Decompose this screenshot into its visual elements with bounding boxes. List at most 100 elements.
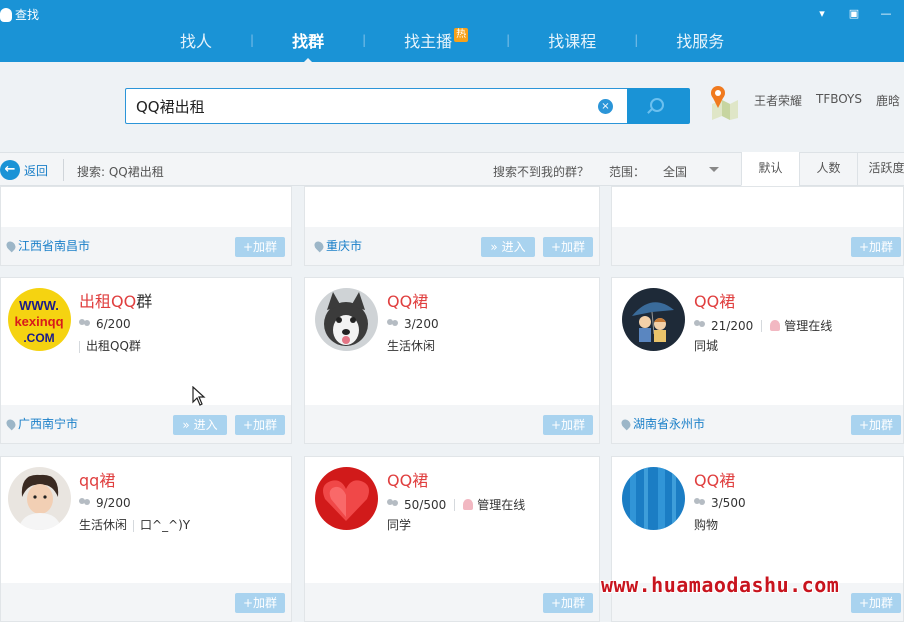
group-card[interactable]: qq裙 9/200 生活休闲 口^_^)Y +加群 <box>0 456 292 622</box>
hot-badge: 热 <box>454 28 469 42</box>
member-count: 9/200 <box>79 496 131 510</box>
group-name[interactable]: qq裙 <box>79 467 115 491</box>
member-count: 3/200 <box>387 317 439 331</box>
group-name[interactable]: 出租QQ群 <box>79 288 152 312</box>
search-icon <box>650 98 664 112</box>
location-pin-icon <box>312 239 326 252</box>
admin-divider <box>761 319 763 332</box>
enter-group-button[interactable]: » 进入 <box>481 237 535 257</box>
group-name[interactable]: QQ裙 <box>694 288 735 312</box>
location: 重庆市 <box>312 237 362 254</box>
tab-find-services[interactable]: 找服务 <box>676 28 724 52</box>
group-tags: 同学 <box>387 516 411 533</box>
join-group-button[interactable]: +加群 <box>235 415 285 435</box>
nav-separator: | <box>250 33 255 47</box>
group-avatar[interactable] <box>315 467 378 530</box>
search-summary: 搜索: QQ裙出租 <box>77 165 164 179</box>
hot-keyword[interactable]: 王者荣耀 <box>754 92 802 109</box>
location-pin-icon <box>619 417 633 430</box>
group-avatar[interactable] <box>8 467 71 530</box>
card-footer: +加群 <box>305 405 599 443</box>
main-nav: 找人 | 找群 | 找主播热 | 找课程 | 找服务 <box>180 28 724 64</box>
member-count-text: 50/500 <box>404 497 447 512</box>
app-title-text: 查找 <box>15 8 40 22</box>
join-group-button[interactable]: +加群 <box>851 415 901 435</box>
tab-find-streamers-label: 找主播 <box>404 32 453 51</box>
tab-find-people[interactable]: 找人 <box>180 28 212 52</box>
divider <box>63 159 64 181</box>
location: 湖南省永州市 <box>619 415 705 432</box>
group-card[interactable]: 江西省南昌市 +加群 <box>0 186 292 266</box>
sort-tab-default[interactable]: 默认 <box>741 152 799 186</box>
search-input[interactable] <box>136 96 586 116</box>
member-count-text: 6/200 <box>96 317 131 331</box>
members-icon <box>387 499 400 510</box>
tag-divider <box>133 519 135 532</box>
sort-tab-activity[interactable]: 活跃度 <box>857 152 904 186</box>
nav-separator: | <box>362 33 367 47</box>
minimize-to-tray-icon[interactable]: ▣ <box>848 8 860 20</box>
join-group-button[interactable]: +加群 <box>851 593 901 613</box>
range-dropdown[interactable]: 全国 <box>663 163 687 180</box>
enter-group-button[interactable]: » 进入 <box>173 415 227 435</box>
blue-circle-icon <box>622 467 685 530</box>
filter-bar: ← 返回 搜索: QQ裙出租 搜索不到我的群？ 范围： 全国 默认 人数 活跃度 <box>0 152 904 186</box>
group-card[interactable]: +加群 <box>611 186 904 266</box>
kexinqq-logo-icon: WWW. kexinqq .COM <box>8 288 71 351</box>
join-group-button[interactable]: +加群 <box>235 237 285 257</box>
group-avatar[interactable]: WWW. kexinqq .COM <box>8 288 71 351</box>
window-controls: ▾ ▣ — <box>816 8 892 20</box>
tab-find-groups[interactable]: 找群 <box>292 28 324 64</box>
group-card[interactable]: QQ裙 3/200 生活休闲 +加群 <box>304 277 600 444</box>
group-avatar[interactable] <box>315 288 378 351</box>
join-group-button[interactable]: +加群 <box>543 593 593 613</box>
hot-keyword[interactable]: TFBOYS <box>816 92 862 109</box>
tab-find-streamers[interactable]: 找主播热 <box>404 28 469 52</box>
card-footer: 重庆市 » 进入 +加群 <box>305 227 599 265</box>
tab-find-courses[interactable]: 找课程 <box>548 28 596 52</box>
join-group-button[interactable]: +加群 <box>851 237 901 257</box>
group-tags: 购物 <box>694 516 718 533</box>
card-footer: 江西省南昌市 +加群 <box>1 227 291 265</box>
search-button[interactable] <box>627 88 690 124</box>
group-card[interactable]: 重庆市 » 进入 +加群 <box>304 186 600 266</box>
group-avatar[interactable] <box>622 467 685 530</box>
nav-separator: | <box>506 33 511 47</box>
group-name-rest: 群 <box>136 292 153 311</box>
group-card[interactable]: WWW. kexinqq .COM 出租QQ群 6/200 出租QQ群 广西南宁… <box>0 277 292 444</box>
group-name[interactable]: QQ裙 <box>387 467 428 491</box>
back-button[interactable]: ← 返回 <box>0 160 48 180</box>
minimize-icon[interactable]: — <box>880 8 892 20</box>
group-tags: 生活休闲 口^_^)Y <box>79 516 190 533</box>
group-name[interactable]: QQ裙 <box>387 288 428 312</box>
member-count: 21/200 管理在线 <box>694 317 832 334</box>
join-group-button[interactable]: +加群 <box>235 593 285 613</box>
chevron-down-icon[interactable] <box>709 167 719 172</box>
young-man-icon <box>8 467 71 530</box>
member-count-text: 3/200 <box>404 317 439 331</box>
member-count: 3/500 <box>694 496 746 510</box>
anime-couple-icon <box>622 288 685 351</box>
location: 江西省南昌市 <box>4 237 90 254</box>
member-count: 6/200 <box>79 317 131 331</box>
join-group-button[interactable]: +加群 <box>543 237 593 257</box>
not-found-link[interactable]: 搜索不到我的群？ <box>493 163 589 180</box>
hot-keyword[interactable]: 鹿晗 <box>876 92 900 109</box>
feedback-icon[interactable]: ▾ <box>816 8 828 20</box>
clear-icon[interactable]: × <box>598 99 613 114</box>
card-footer: +加群 <box>612 227 903 265</box>
nav-separator: | <box>634 33 639 47</box>
map-pin-icon[interactable] <box>708 84 740 120</box>
group-card[interactable]: QQ裙 21/200 管理在线 同城 湖南省永州市 +加群 <box>611 277 904 444</box>
card-footer: +加群 <box>1 583 291 621</box>
back-arrow-icon: ← <box>0 160 20 180</box>
group-tag: 生活休闲 <box>387 339 436 353</box>
sort-tab-members[interactable]: 人数 <box>799 152 857 186</box>
search-area: × 王者荣耀 TFBOYS 鹿晗 <box>0 62 904 152</box>
red-heart-icon <box>315 467 378 530</box>
group-card[interactable]: QQ裙 50/500 管理在线 同学 +加群 <box>304 456 600 622</box>
group-card[interactable]: QQ裙 3/500 购物 +加群 <box>611 456 904 622</box>
group-name[interactable]: QQ裙 <box>694 467 735 491</box>
join-group-button[interactable]: +加群 <box>543 415 593 435</box>
group-avatar[interactable] <box>622 288 685 351</box>
